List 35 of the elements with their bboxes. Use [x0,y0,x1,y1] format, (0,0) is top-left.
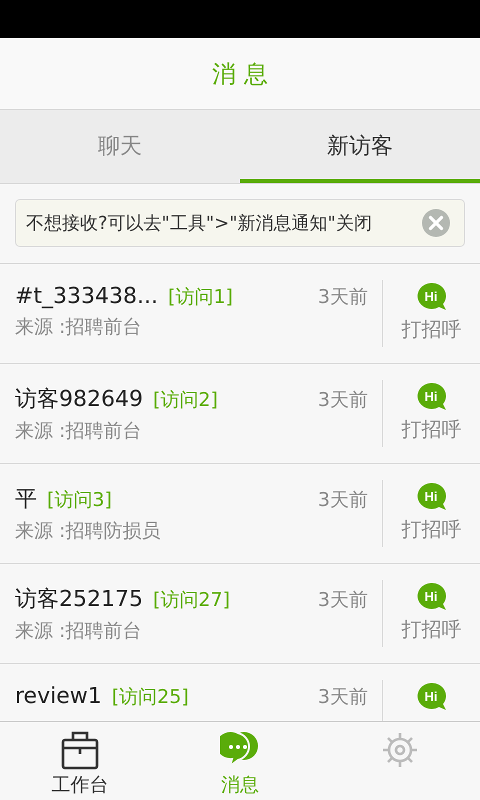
gear-icon [380,730,420,770]
hi-bubble-icon: Hi [416,382,448,412]
visitor-name: #t_333438... [15,284,158,309]
hi-bubble-icon: Hi [416,582,448,612]
visit-time: 3天前 [318,588,368,613]
visitor-source: 来源 :招聘防损员 [15,519,162,544]
visit-time: 3天前 [318,285,368,310]
visitor-source: 来源 :招聘前台 [15,619,142,644]
visitor-row[interactable]: 访客252175 [访问27] 3天前 来源 :招聘前台 Hi 打招呼 [0,564,480,664]
briefcase-icon [60,730,100,770]
visit-time: 3天前 [318,488,368,513]
visit-count: [访问1] [168,285,233,310]
tab[interactable]: 新访客 [240,110,480,183]
visit-count: [访问2] [152,388,218,413]
visitor-name: 访客982649 [15,386,143,414]
page-title: 消 息 [212,58,268,90]
hi-bubble-icon: Hi [416,482,448,512]
visit-count: [访问3] [47,488,112,513]
visitor-row[interactable]: 平 [访问3] 3天前 来源 :招聘防损员 Hi 打招呼 [0,464,480,564]
close-icon[interactable] [422,209,450,237]
visitor-name: review1 [15,684,102,709]
visitor-source: 来源 :招聘前台 [15,315,142,340]
visitor-name: 访客252175 [15,586,143,614]
visitor-row[interactable]: #t_333438... [访问1] 3天前 来源 :招聘前台 Hi 打招呼 [0,264,480,364]
visit-count: [访问25] [112,685,189,710]
visitor-source: 来源 :招聘前台 [15,419,142,444]
notice-text: 不想接收?可以去"工具">"新消息通知"关闭 [26,212,372,235]
hi-bubble-icon: Hi [416,682,448,712]
nav-tab[interactable]: 工作台 [0,722,160,800]
visit-time: 3天前 [318,388,368,413]
visit-count: [访问27] [152,588,230,613]
visit-time: 3天前 [318,685,368,710]
hi-bubble-icon: Hi [416,282,448,312]
visitor-row[interactable]: 访客982649 [访问2] 3天前 来源 :招聘前台 Hi 打招呼 [0,364,480,464]
visitor-name: 平 [15,486,37,514]
